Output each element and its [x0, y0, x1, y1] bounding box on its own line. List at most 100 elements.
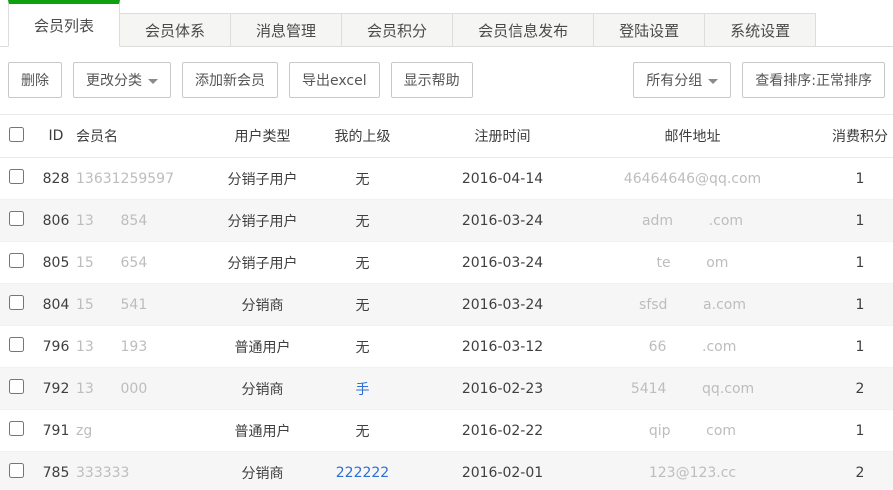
column-header-email: 邮件地址	[590, 115, 795, 158]
register-time: 2016-03-24	[415, 200, 590, 242]
superior: 无	[310, 158, 415, 200]
member-name: zg	[76, 410, 215, 452]
member-name: 15 541	[76, 284, 215, 326]
points: 1	[795, 326, 893, 368]
export-excel-button[interactable]: 导出excel	[289, 62, 380, 98]
email: sfsd a.com	[590, 284, 795, 326]
points: 1	[795, 200, 893, 242]
column-header-register-time: 注册时间	[415, 115, 590, 158]
user-type: 分销商	[215, 284, 310, 326]
member-id: 828	[36, 158, 76, 200]
email: 123@123.cc	[590, 452, 795, 490]
tab-member-system[interactable]: 会员体系	[119, 13, 231, 47]
register-time: 2016-04-14	[415, 158, 590, 200]
chevron-down-icon	[148, 79, 158, 84]
members-table: ID 会员名 用户类型 我的上级 注册时间 邮件地址 消费积分 828 1363…	[0, 114, 893, 490]
tab-member-list[interactable]: 会员列表	[8, 0, 120, 47]
member-id: 805	[36, 242, 76, 284]
group-filter-label: 所有分组	[646, 73, 702, 89]
email: 46464646@qq.com	[590, 158, 795, 200]
user-type: 普通用户	[215, 410, 310, 452]
email: adm .com	[590, 200, 795, 242]
email: 66 .com	[590, 326, 795, 368]
column-header-points: 消费积分	[795, 115, 893, 158]
register-time: 2016-03-24	[415, 242, 590, 284]
change-category-dropdown[interactable]: 更改分类	[73, 62, 171, 98]
member-id: 785	[36, 452, 76, 490]
table-row: 805 15 654 分销子用户 无 2016-03-24 te om 1	[0, 242, 893, 284]
points: 2	[795, 452, 893, 490]
member-name: 15 654	[76, 242, 215, 284]
tab-message-management[interactable]: 消息管理	[230, 13, 342, 47]
register-time: 2016-02-23	[415, 368, 590, 410]
row-checkbox[interactable]	[9, 421, 24, 436]
superior-cell: 手	[310, 368, 415, 410]
table-row: 791 zg 普通用户 无 2016-02-22 qip com 1	[0, 410, 893, 452]
superior-link[interactable]: 手	[356, 382, 370, 398]
table-row: 785 333333 分销商 222222 2016-02-01 123@123…	[0, 452, 893, 490]
row-checkbox-cell	[0, 242, 36, 284]
register-time: 2016-02-01	[415, 452, 590, 490]
points: 1	[795, 410, 893, 452]
user-type: 分销子用户	[215, 200, 310, 242]
table-row: 804 15 541 分销商 无 2016-03-24 sfsd a.com 1	[0, 284, 893, 326]
member-name: 13631259597	[76, 158, 215, 200]
member-name: 13 193	[76, 326, 215, 368]
points: 1	[795, 242, 893, 284]
email: qip com	[590, 410, 795, 452]
row-checkbox[interactable]	[9, 295, 24, 310]
superior-cell: 222222	[310, 452, 415, 490]
show-help-button[interactable]: 显示帮助	[391, 62, 473, 98]
register-time: 2016-03-24	[415, 284, 590, 326]
chevron-down-icon	[708, 79, 718, 84]
row-checkbox-cell	[0, 326, 36, 368]
tab-system-settings[interactable]: 系统设置	[704, 13, 816, 47]
row-checkbox-cell	[0, 368, 36, 410]
member-id: 791	[36, 410, 76, 452]
row-checkbox[interactable]	[9, 211, 24, 226]
select-all-checkbox-cell	[0, 115, 36, 158]
row-checkbox[interactable]	[9, 463, 24, 478]
row-checkbox-cell	[0, 452, 36, 490]
table-row: 828 13631259597 分销子用户 无 2016-04-14 46464…	[0, 158, 893, 200]
user-type: 分销商	[215, 368, 310, 410]
member-id: 792	[36, 368, 76, 410]
member-id: 804	[36, 284, 76, 326]
superior: 无	[310, 326, 415, 368]
table-row: 806 13 854 分销子用户 无 2016-03-24 adm .com 1	[0, 200, 893, 242]
superior: 无	[310, 242, 415, 284]
group-filter-dropdown[interactable]: 所有分组	[633, 62, 731, 98]
tab-member-info-publish[interactable]: 会员信息发布	[452, 13, 594, 47]
user-type: 分销子用户	[215, 158, 310, 200]
tab-login-settings[interactable]: 登陆设置	[593, 13, 705, 47]
select-all-checkbox[interactable]	[9, 127, 24, 142]
row-checkbox-cell	[0, 284, 36, 326]
table-row: 796 13 193 普通用户 无 2016-03-12 66 .com 1	[0, 326, 893, 368]
table-header-row: ID 会员名 用户类型 我的上级 注册时间 邮件地址 消费积分	[0, 115, 893, 158]
points: 1	[795, 158, 893, 200]
member-id: 806	[36, 200, 76, 242]
table-row: 792 13 000 分销商 手 2016-02-23 5414 qq.com …	[0, 368, 893, 410]
row-checkbox[interactable]	[9, 253, 24, 268]
member-name: 13 854	[76, 200, 215, 242]
sort-filter-dropdown[interactable]: 查看排序:正常排序	[742, 62, 885, 98]
add-member-button[interactable]: 添加新会员	[182, 62, 278, 98]
row-checkbox[interactable]	[9, 379, 24, 394]
row-checkbox-cell	[0, 200, 36, 242]
row-checkbox[interactable]	[9, 169, 24, 184]
member-id: 796	[36, 326, 76, 368]
row-checkbox-cell	[0, 158, 36, 200]
toolbar: 删除 更改分类 添加新会员 导出excel 显示帮助 所有分组 查看排序:正常排…	[0, 47, 893, 112]
tab-bar: 会员列表 会员体系 消息管理 会员积分 会员信息发布 登陆设置 系统设置	[0, 0, 893, 47]
row-checkbox[interactable]	[9, 337, 24, 352]
superior: 无	[310, 410, 415, 452]
delete-button[interactable]: 删除	[8, 62, 62, 98]
superior: 无	[310, 284, 415, 326]
column-header-name: 会员名	[76, 115, 215, 158]
tab-member-points[interactable]: 会员积分	[341, 13, 453, 47]
column-header-user-type: 用户类型	[215, 115, 310, 158]
superior-link[interactable]: 222222	[336, 465, 389, 481]
email: te om	[590, 242, 795, 284]
member-name: 13 000	[76, 368, 215, 410]
points: 1	[795, 284, 893, 326]
